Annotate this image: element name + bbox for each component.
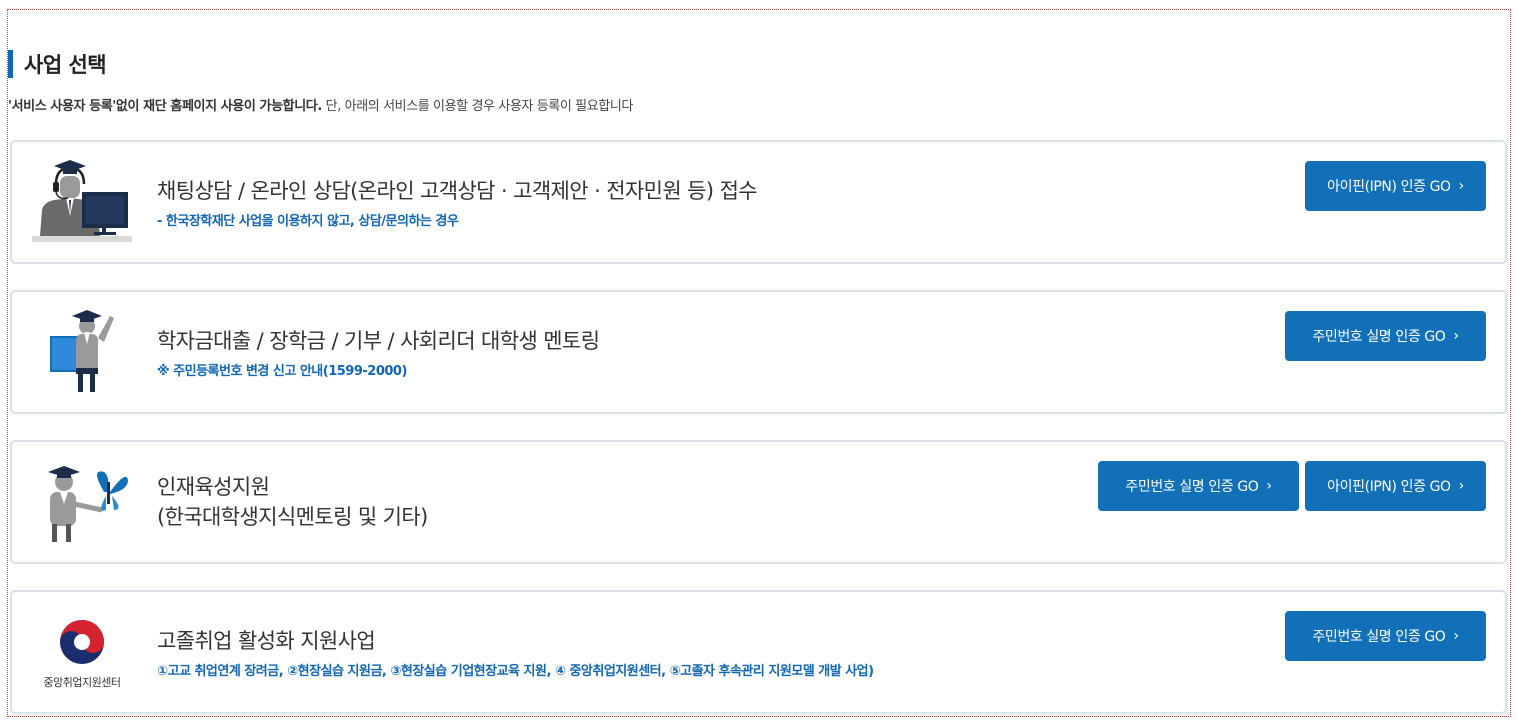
registration-notice: '서비스 사용자 등록'없이 재단 홈페이지 사용이 가능합니다. 단, 아래의… (8, 95, 633, 114)
resident-id-auth-button[interactable]: 주민번호 실명 인증 GO › (1285, 311, 1486, 361)
chevron-right-icon: › (1266, 478, 1272, 494)
card-title: 고졸취업 활성화 지원사업 (157, 628, 376, 653)
notice-text: 단, 아래의 서비스를 이용할 경우 사용자 등록이 필요합니다 (321, 99, 634, 114)
section-heading: 사업 선택 (8, 50, 107, 78)
graduate-butterfly-icon (30, 458, 134, 544)
graduate-book-icon (30, 308, 134, 394)
card-subtitle: - 한국장학재단 사업을 이용하지 않고, 상담/문의하는 경우 (157, 213, 459, 229)
notice-bold-text: '서비스 사용자 등록'없이 재단 홈페이지 사용이 가능합니다. (8, 99, 322, 114)
button-label: 아이핀(IPN) 인증 GO (1327, 179, 1451, 195)
logo-text: 중앙취업지원센터 (43, 676, 121, 689)
resident-id-auth-button[interactable]: 주민번호 실명 인증 GO › (1098, 461, 1299, 511)
chevron-right-icon: › (1458, 178, 1465, 194)
page-title: 사업 선택 (24, 53, 107, 77)
button-label: 주민번호 실명 인증 GO (1125, 479, 1259, 495)
card-subtitle: ※ 주민등록번호 변경 신고 안내(1599-2000) (157, 363, 407, 379)
ipin-auth-button[interactable]: 아이핀(IPN) 인증 GO › (1305, 161, 1486, 211)
card-title-line2: (한국대학생지식멘토링 및 기타) (157, 505, 428, 529)
card-subtitle: ①고교 취업연계 장려금, ②현장실습 지원금, ③현장실습 기업현장교육 지원… (157, 663, 874, 679)
card-title-line1: 인재육성지원 (157, 475, 270, 499)
chevron-right-icon: › (1453, 628, 1459, 644)
service-card-high-school-employment: 중앙취업지원센터 고졸취업 활성화 지원사업 ①고교 취업연계 장려금, ②현장… (10, 590, 1507, 714)
service-card-talent-development: 인재육성지원 (한국대학생지식멘토링 및 기타) 주민번호 실명 인증 GO › … (10, 440, 1507, 564)
resident-id-auth-button[interactable]: 주민번호 실명 인증 GO › (1285, 611, 1486, 661)
card-title: 학자금대출 / 장학금 / 기부 / 사회리더 대학생 멘토링 (157, 328, 600, 353)
taegeuk-logo-icon: 중앙취업지원센터 (30, 608, 134, 694)
chevron-right-icon: › (1453, 328, 1459, 344)
service-card-student-loan: 학자금대출 / 장학금 / 기부 / 사회리더 대학생 멘토링 ※ 주민등록번호… (10, 290, 1507, 414)
button-label: 주민번호 실명 인증 GO (1312, 629, 1446, 645)
counselor-headset-icon (30, 158, 134, 244)
title-accent-bar (8, 50, 13, 78)
button-label: 주민번호 실명 인증 GO (1312, 329, 1446, 345)
button-label: 아이핀(IPN) 인증 GO (1327, 479, 1451, 495)
chevron-right-icon: › (1458, 478, 1465, 494)
service-card-online-counsel: 채팅상담 / 온라인 상담(온라인 고객상담 · 고객제안 · 전자민원 등) … (10, 140, 1507, 264)
ipin-auth-button[interactable]: 아이핀(IPN) 인증 GO › (1305, 461, 1486, 511)
card-title: 채팅상담 / 온라인 상담(온라인 고객상담 · 고객제안 · 전자민원 등) … (157, 178, 758, 203)
